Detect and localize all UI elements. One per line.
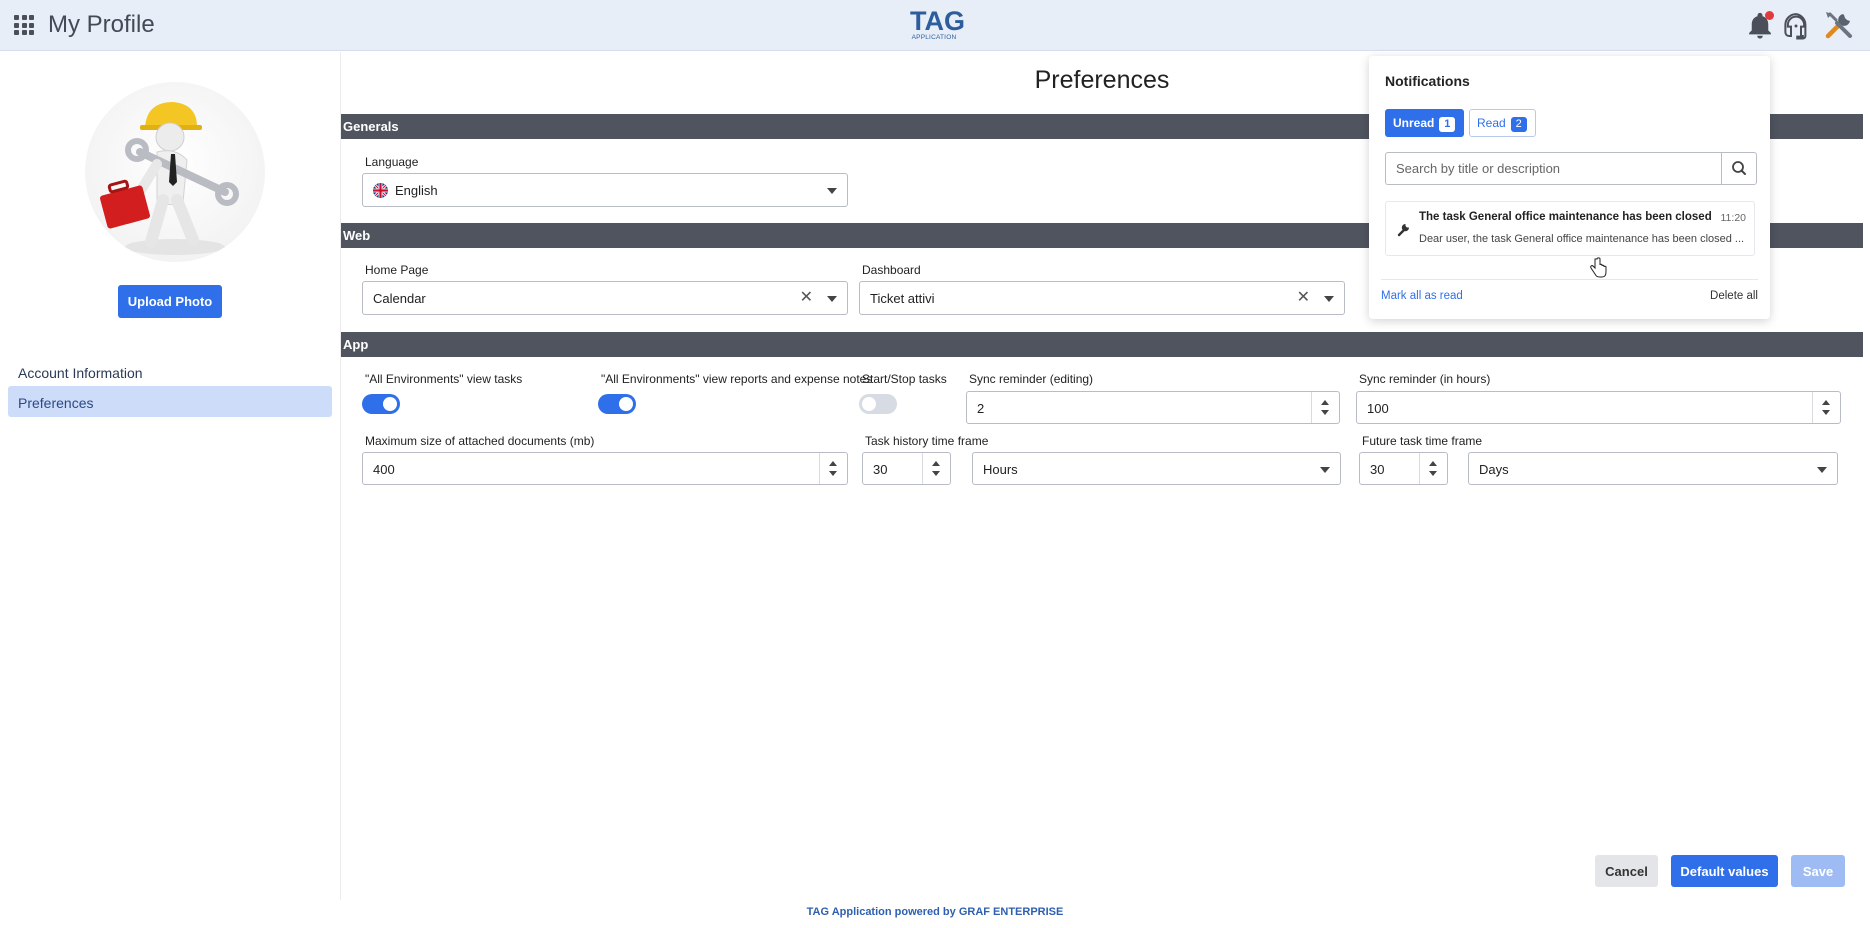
sync-editing-label: Sync reminder (editing) <box>969 372 1094 386</box>
language-select[interactable]: English <box>362 173 848 207</box>
save-button[interactable]: Save <box>1791 855 1845 887</box>
uk-flag-icon <box>373 183 388 198</box>
number-stepper[interactable] <box>1311 392 1339 423</box>
default-values-button[interactable]: Default values <box>1671 855 1778 887</box>
future-label: Future task time frame <box>1362 434 1483 448</box>
chevron-down-icon[interactable] <box>1324 296 1334 302</box>
tab-unread-label: Unread <box>1393 116 1435 130</box>
sync-hours-value: 100 <box>1367 401 1389 416</box>
chevron-down-icon[interactable] <box>827 296 837 302</box>
view-reports-label: "All Environments" view reports and expe… <box>601 372 873 386</box>
logo-main-text: TAG <box>910 6 965 36</box>
view-reports-toggle[interactable] <box>598 394 636 414</box>
notifications-popup: Notifications Unread 1 Read 2 The task Gen… <box>1369 56 1770 319</box>
headset-icon[interactable] <box>1781 11 1811 41</box>
apps-grid-icon[interactable] <box>14 15 34 35</box>
top-bar: My Profile TAG APPLICATION <box>0 0 1870 51</box>
notification-title: The task General office maintenance has … <box>1419 211 1712 223</box>
view-tasks-toggle[interactable] <box>362 394 400 414</box>
notification-dot <box>1765 11 1774 20</box>
clear-icon[interactable]: ✕ <box>1297 290 1310 306</box>
cancel-button[interactable]: Cancel <box>1595 855 1658 887</box>
future-unit-value: Days <box>1479 462 1509 477</box>
sync-hours-label: Sync reminder (in hours) <box>1359 372 1491 386</box>
sidebar-item-account-information[interactable]: Account Information <box>8 356 332 387</box>
read-count-badge: 2 <box>1510 117 1527 132</box>
worker-avatar-icon <box>100 102 239 255</box>
home-page-select[interactable]: Calendar ✕ <box>362 281 848 315</box>
notification-search-input[interactable] <box>1385 152 1722 185</box>
chevron-down-icon[interactable] <box>1817 467 1827 473</box>
start-stop-label: Start/Stop tasks <box>862 372 947 386</box>
chevron-down-icon[interactable] <box>827 188 837 194</box>
history-input[interactable]: 30 <box>862 452 951 485</box>
history-label: Task history time frame <box>865 434 989 448</box>
number-stepper[interactable] <box>1812 392 1840 423</box>
unread-count-badge: 1 <box>1439 117 1456 132</box>
history-value: 30 <box>873 462 888 477</box>
max-size-value: 400 <box>373 462 395 477</box>
sidebar: Upload Photo Account Information Prefere… <box>0 52 340 912</box>
home-page-label: Home Page <box>365 263 429 277</box>
sidebar-item-preferences[interactable]: Preferences <box>8 386 332 417</box>
footer-credit: TAG Application powered by GRAF ENTERPRI… <box>806 906 1064 918</box>
wrench-icon <box>1397 223 1410 237</box>
future-unit-select[interactable]: Days <box>1468 452 1838 485</box>
max-size-label: Maximum size of attached documents (mb) <box>365 434 595 448</box>
search-icon <box>1732 161 1746 175</box>
hand-cursor-icon <box>1590 257 1607 278</box>
number-stepper[interactable] <box>1419 453 1447 484</box>
sync-editing-value: 2 <box>977 401 985 416</box>
tag-logo: TAG APPLICATION <box>910 6 965 42</box>
notification-time: 11:20 <box>1720 212 1747 224</box>
logo-sub-text: APPLICATION <box>911 34 957 41</box>
dashboard-value: Ticket attivi <box>870 291 935 306</box>
divider <box>1381 279 1758 280</box>
future-input[interactable]: 30 <box>1359 452 1448 485</box>
section-app: App <box>341 332 1863 357</box>
notification-description: Dear user, the task General office maint… <box>1419 233 1745 245</box>
app-title: My Profile <box>48 11 155 38</box>
search-button[interactable] <box>1721 152 1757 185</box>
home-page-value: Calendar <box>373 291 426 306</box>
history-unit-value: Hours <box>983 462 1018 477</box>
number-stepper[interactable] <box>922 453 950 484</box>
dashboard-label: Dashboard <box>862 263 921 277</box>
language-label: Language <box>365 155 419 169</box>
max-size-input[interactable]: 400 <box>362 452 848 485</box>
notifications-title: Notifications <box>1385 73 1470 89</box>
sync-editing-input[interactable]: 2 <box>966 391 1340 424</box>
language-value: English <box>395 183 438 198</box>
profile-avatar <box>85 82 265 262</box>
dashboard-select[interactable]: Ticket attivi ✕ <box>859 281 1345 315</box>
sync-hours-input[interactable]: 100 <box>1356 391 1841 424</box>
tab-unread[interactable]: Unread 1 <box>1385 109 1464 137</box>
chevron-down-icon[interactable] <box>1320 467 1330 473</box>
upload-photo-button[interactable]: Upload Photo <box>118 285 222 318</box>
history-unit-select[interactable]: Hours <box>972 452 1341 485</box>
tools-icon[interactable] <box>1822 8 1856 42</box>
clear-icon[interactable]: ✕ <box>800 290 813 306</box>
start-stop-toggle[interactable] <box>859 394 897 414</box>
view-tasks-label: "All Environments" view tasks <box>365 372 523 386</box>
future-value: 30 <box>1370 462 1385 477</box>
delete-all-link[interactable]: Delete all <box>1710 290 1758 302</box>
number-stepper[interactable] <box>819 453 847 484</box>
mark-all-read-link[interactable]: Mark all as read <box>1381 290 1463 302</box>
notification-item[interactable]: The task General office maintenance has … <box>1385 201 1755 256</box>
tab-read-label: Read <box>1477 116 1506 130</box>
tab-read[interactable]: Read 2 <box>1469 109 1536 137</box>
